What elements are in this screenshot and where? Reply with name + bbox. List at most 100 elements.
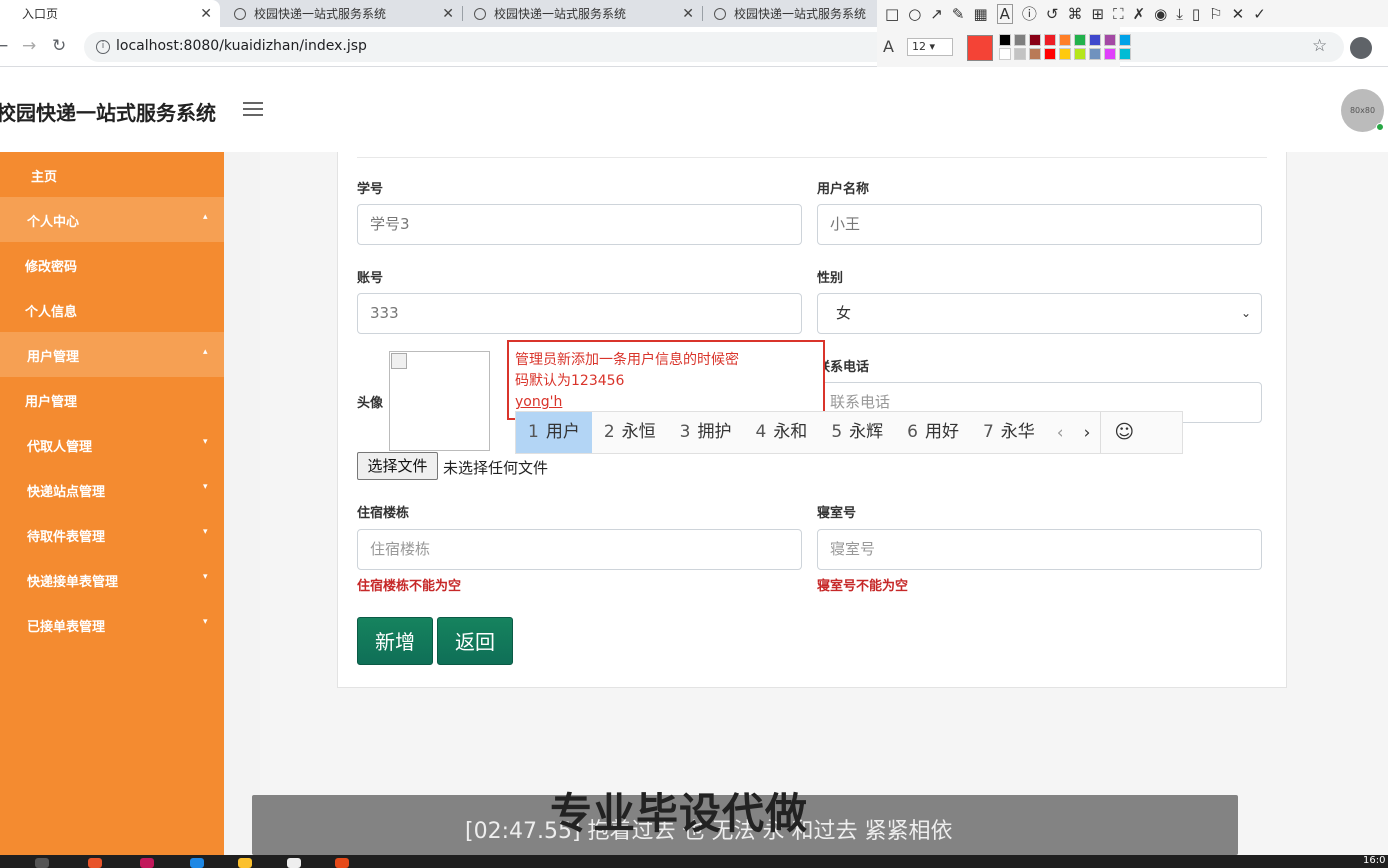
sidebar-item-user-mgmt-group[interactable]: 用户管理 ▴ [0, 332, 224, 377]
color-swatch[interactable] [1044, 34, 1056, 46]
ime-candidate[interactable]: 5 永辉 [819, 412, 895, 453]
ime-candidate[interactable]: 2 永恒 [592, 412, 668, 453]
text-icon[interactable]: A [996, 3, 1013, 24]
ime-candidate[interactable]: 1 用户 [516, 412, 592, 453]
taskbar-app-icon[interactable] [35, 858, 49, 868]
taskbar-app-icon[interactable] [140, 858, 154, 868]
color-swatch[interactable] [999, 34, 1011, 46]
sidebar-item-accepted-mgmt[interactable]: 已接单表管理 ▾ [0, 602, 224, 647]
ime-candidate[interactable]: 4 永和 [743, 412, 819, 453]
undo-icon[interactable]: ↺ [1046, 5, 1059, 23]
url-field[interactable]: i localhost:8080/kuaidizhan/index.jsp [84, 32, 1344, 62]
taskbar-app-icon[interactable] [335, 858, 349, 868]
chevron-right-icon[interactable]: › [1074, 423, 1101, 443]
close-tab-icon[interactable]: ✕ [682, 6, 694, 22]
back-button[interactable]: 返回 [437, 617, 513, 665]
ocr-icon[interactable]: ⌘ [1067, 5, 1082, 23]
arrow-icon[interactable]: ↗ [930, 5, 943, 23]
current-color-swatch[interactable] [967, 35, 993, 61]
sidebar-item-agent-mgmt[interactable]: 代取人管理 ▾ [0, 422, 224, 467]
font-size-select[interactable]: 12 ▾ [907, 38, 953, 56]
sidebar-item-pickup-mgmt[interactable]: 待取件表管理 ▾ [0, 512, 224, 557]
download-icon[interactable]: ⤓ [1176, 5, 1183, 23]
forward-icon[interactable]: → [22, 36, 36, 56]
close-icon[interactable]: ✕ [1232, 5, 1245, 23]
bookmark-star-icon[interactable]: ☆ [1312, 36, 1327, 56]
color-swatch[interactable] [1074, 48, 1086, 60]
color-swatch[interactable] [1029, 48, 1041, 60]
menu-toggle-icon[interactable] [243, 102, 263, 120]
pen-icon[interactable]: ✎ [952, 5, 965, 23]
sidebar-item-station-mgmt[interactable]: 快递站点管理 ▾ [0, 467, 224, 512]
username-input[interactable]: 小王 [817, 204, 1262, 245]
app-header: 校园快递一站式服务系统 80x80 [0, 67, 1388, 152]
color-swatch[interactable] [1059, 48, 1071, 60]
pin-icon[interactable]: ✗ [1133, 5, 1146, 23]
sidebar-item-user-mgmt[interactable]: 用户管理 [0, 377, 224, 422]
color-swatch[interactable] [1119, 34, 1131, 46]
color-swatch[interactable] [1104, 34, 1116, 46]
ime-candidate[interactable]: 6 用好 [895, 412, 971, 453]
sidebar-item-home[interactable]: 主页 [0, 152, 224, 197]
rect-icon[interactable]: □ [885, 5, 899, 23]
broken-image-icon [391, 353, 407, 369]
taskbar-app-icon[interactable] [88, 858, 102, 868]
chevron-down-icon: ▾ [203, 572, 208, 582]
taskbar-app-icon[interactable] [287, 858, 301, 868]
browser-tab-active[interactable]: 入口页 ✕ [0, 0, 220, 27]
color-swatch[interactable] [1029, 34, 1041, 46]
capture-icon[interactable]: ⛶ [1113, 5, 1124, 23]
emoji-icon[interactable]: ☺ [1100, 412, 1147, 453]
color-swatch[interactable] [1074, 34, 1086, 46]
browser-tab[interactable]: 校园快递一站式服务系统 ✕ [462, 0, 702, 27]
reload-icon[interactable]: ↻ [52, 36, 66, 56]
student-id-input[interactable]: 学号3 [357, 204, 802, 245]
sidebar-item-order-mgmt[interactable]: 快递接单表管理 ▾ [0, 557, 224, 602]
chevron-left-icon[interactable]: ‹ [1047, 423, 1074, 443]
sidebar-item-change-password[interactable]: 修改密码 [0, 242, 224, 287]
sidebar-item-personal-center[interactable]: 个人中心 ▴ [0, 197, 224, 242]
record-icon[interactable]: ◉ [1154, 5, 1167, 23]
profile-icon[interactable] [1350, 37, 1372, 59]
ime-candidate[interactable]: 3 拥护 [668, 412, 744, 453]
chevron-down-icon: ▾ [203, 617, 208, 627]
choose-file-button[interactable]: 选择文件 [357, 452, 438, 480]
dorm-building-label: 住宿楼栋 [357, 506, 410, 521]
taskbar-app-icon[interactable] [190, 858, 204, 868]
number-icon[interactable]: ⓘ [1022, 3, 1037, 24]
dorm-room-label: 寝室号 [817, 506, 857, 521]
color-swatch[interactable] [1014, 34, 1026, 46]
browser-tab[interactable]: 校园快递一站式服务系统 ✕ [222, 0, 462, 27]
site-info-icon[interactable]: i [96, 40, 110, 54]
color-swatch[interactable] [1104, 48, 1116, 60]
close-tab-icon[interactable]: ✕ [442, 6, 454, 22]
circle-icon[interactable]: ○ [908, 5, 921, 23]
color-swatch[interactable] [999, 48, 1011, 60]
color-swatch[interactable] [1119, 48, 1131, 60]
gender-select[interactable]: 女 ⌄ [817, 293, 1262, 334]
color-swatch[interactable] [1089, 34, 1101, 46]
mosaic-icon[interactable]: ▦ [973, 5, 987, 23]
done-icon[interactable]: ✓ [1253, 5, 1266, 23]
dorm-room-input[interactable]: 寝室号 [817, 529, 1262, 570]
sidebar-item-label: 快递站点管理 [27, 485, 106, 500]
color-swatch[interactable] [1014, 48, 1026, 60]
annotation-text-box[interactable]: 管理员新添加一条用户信息的时候密 码默认为123456 yong'h [507, 340, 825, 420]
add-button[interactable]: 新增 [357, 617, 433, 665]
taskbar-app-icon[interactable] [238, 858, 252, 868]
color-swatch[interactable] [1044, 48, 1056, 60]
translate-icon[interactable]: ⊞ [1091, 5, 1104, 23]
sidebar-item-personal-info[interactable]: 个人信息 [0, 287, 224, 332]
back-icon[interactable]: ← [0, 36, 8, 56]
bookmark-icon[interactable]: ⚐ [1209, 5, 1222, 23]
close-tab-icon[interactable]: ✕ [200, 6, 212, 22]
color-swatch[interactable] [1089, 48, 1101, 60]
color-swatch[interactable] [1059, 34, 1071, 46]
ime-candidate[interactable]: 7 永华 [971, 412, 1047, 453]
browser-tab[interactable]: 校园快递一站式服务系统 [702, 0, 878, 27]
device-icon[interactable]: ▯ [1192, 5, 1200, 23]
chevron-up-icon: ▴ [203, 212, 208, 222]
dorm-building-input[interactable]: 住宿楼栋 [357, 529, 802, 570]
globe-icon [714, 7, 726, 20]
account-input[interactable]: 333 [357, 293, 802, 334]
